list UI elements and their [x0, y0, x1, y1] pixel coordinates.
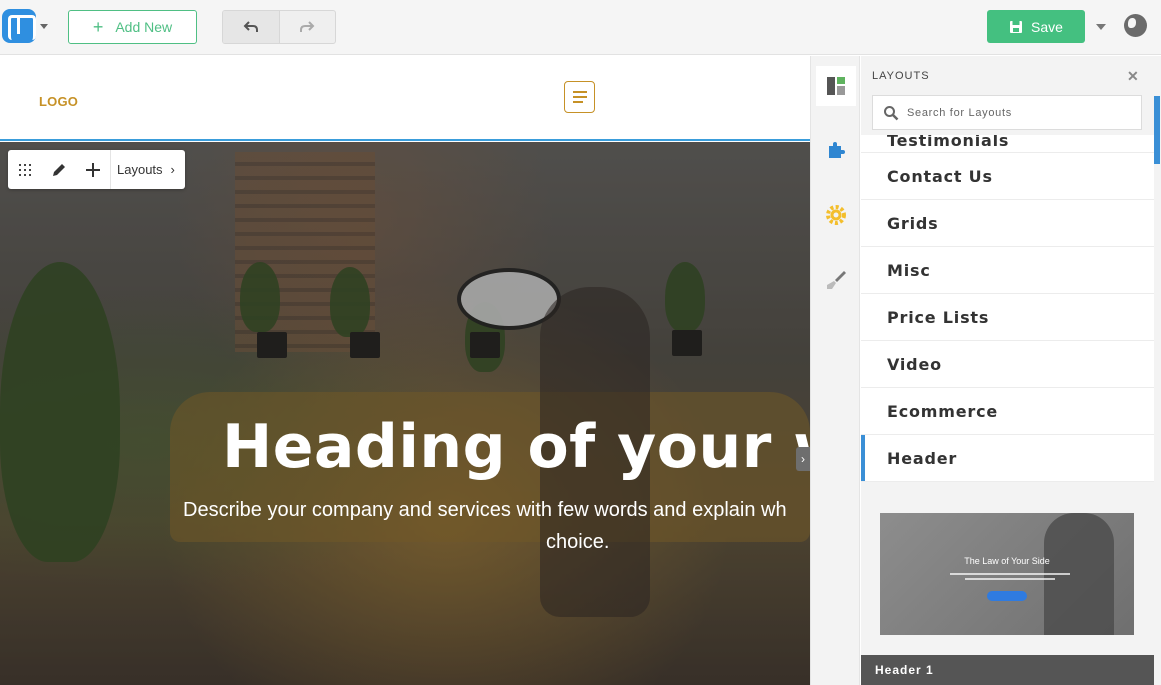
app-menu[interactable]	[2, 9, 50, 43]
category-contact-us[interactable]: Contact Us	[861, 153, 1154, 200]
hero-description-line1: Describe your company and services with …	[183, 499, 787, 521]
app-logo-icon	[2, 9, 36, 43]
chevron-right-icon: ›	[170, 162, 175, 177]
puzzle-icon	[829, 142, 845, 158]
brush-icon	[827, 271, 846, 289]
layout-category-list: Testimonials Contact Us Grids Misc Price…	[861, 135, 1154, 482]
category-label: Video	[887, 354, 942, 374]
hero-description-line2: choice.	[546, 531, 610, 553]
category-label: Price Lists	[887, 307, 990, 327]
site-logo[interactable]: LOGO	[39, 94, 78, 109]
thumbnail-caption[interactable]: Header 1	[861, 655, 1154, 685]
thumbnail-text-line	[965, 578, 1055, 580]
add-new-button[interactable]: + Add New	[68, 10, 197, 44]
style-tab[interactable]	[816, 260, 856, 300]
scrollbar[interactable]	[1154, 96, 1160, 164]
category-grids[interactable]: Grids	[861, 200, 1154, 247]
category-label: Testimonials	[887, 135, 1010, 150]
category-misc[interactable]: Misc	[861, 247, 1154, 294]
thumbnail-title: The Law of Your Side	[964, 556, 1050, 566]
site-header[interactable]: LOGO	[0, 56, 810, 141]
thumbnail-cta	[987, 591, 1027, 601]
page-preview: LOGO Heading of your web Des	[0, 56, 810, 685]
hero-description[interactable]: Describe your company and services with …	[0, 494, 810, 564]
editor-app: + Add New Save LOGO Heading of your Desc…	[0, 0, 1161, 685]
plus-icon: +	[92, 17, 104, 37]
search-input[interactable]	[907, 106, 1127, 119]
category-label: Misc	[887, 260, 931, 280]
undo-icon	[243, 21, 258, 32]
plus-icon	[86, 162, 100, 177]
hero-heading[interactable]: Heading of your web	[222, 412, 810, 482]
top-toolbar: + Add New Save	[0, 0, 1161, 55]
gear-icon	[826, 205, 846, 225]
edit-block-button[interactable]	[42, 150, 76, 189]
category-label: Ecommerce	[887, 401, 999, 421]
layouts-panel-tab[interactable]	[816, 66, 856, 106]
redo-button[interactable]	[280, 11, 336, 43]
chevron-down-icon	[40, 23, 48, 29]
grid-drag-icon	[19, 163, 31, 176]
category-label: Header	[887, 448, 958, 468]
hamburger-menu-icon[interactable]	[564, 81, 595, 113]
layouts-panel-icon	[827, 77, 845, 95]
category-testimonials[interactable]: Testimonials	[861, 135, 1154, 153]
category-video[interactable]: Video	[861, 341, 1154, 388]
layouts-breadcrumb[interactable]: Layouts ›	[110, 150, 175, 189]
globe-icon[interactable]	[1124, 14, 1147, 37]
pencil-icon	[53, 163, 65, 176]
block-toolbar: Layouts ›	[8, 150, 185, 189]
search-icon	[884, 105, 899, 120]
add-block-button[interactable]	[76, 150, 110, 189]
layout-thumbnail[interactable]: The Law of Your Side	[880, 513, 1134, 635]
search-field[interactable]	[872, 95, 1142, 130]
chevron-right-icon[interactable]: ›	[796, 447, 810, 471]
save-button[interactable]: Save	[987, 10, 1085, 43]
plugins-tab[interactable]	[816, 130, 856, 170]
add-new-label: Add New	[115, 19, 173, 35]
save-icon	[1010, 20, 1023, 33]
category-label: Contact Us	[887, 166, 993, 186]
category-label: Grids	[887, 213, 939, 233]
drag-handle-button[interactable]	[8, 150, 42, 189]
settings-tab[interactable]	[816, 195, 856, 235]
category-price-lists[interactable]: Price Lists	[861, 294, 1154, 341]
category-ecommerce[interactable]: Ecommerce	[861, 388, 1154, 435]
save-options-chevron-icon[interactable]	[1096, 24, 1106, 30]
layouts-panel: LAYOUTS ✕ Testimonials Contact Us Grids …	[861, 56, 1161, 685]
close-icon[interactable]: ✕	[1127, 68, 1139, 85]
category-header[interactable]: Header	[861, 435, 1154, 482]
layouts-breadcrumb-label: Layouts	[117, 162, 163, 177]
undo-button[interactable]	[223, 11, 280, 43]
save-label: Save	[1031, 18, 1063, 35]
redo-icon	[300, 21, 315, 32]
side-icon-bar	[810, 56, 860, 685]
panel-title: LAYOUTS	[872, 70, 930, 82]
thumbnail-text-line	[950, 573, 1070, 575]
undo-redo-group	[222, 10, 336, 44]
hero-section[interactable]: Heading of your web Describe your compan…	[0, 142, 810, 685]
